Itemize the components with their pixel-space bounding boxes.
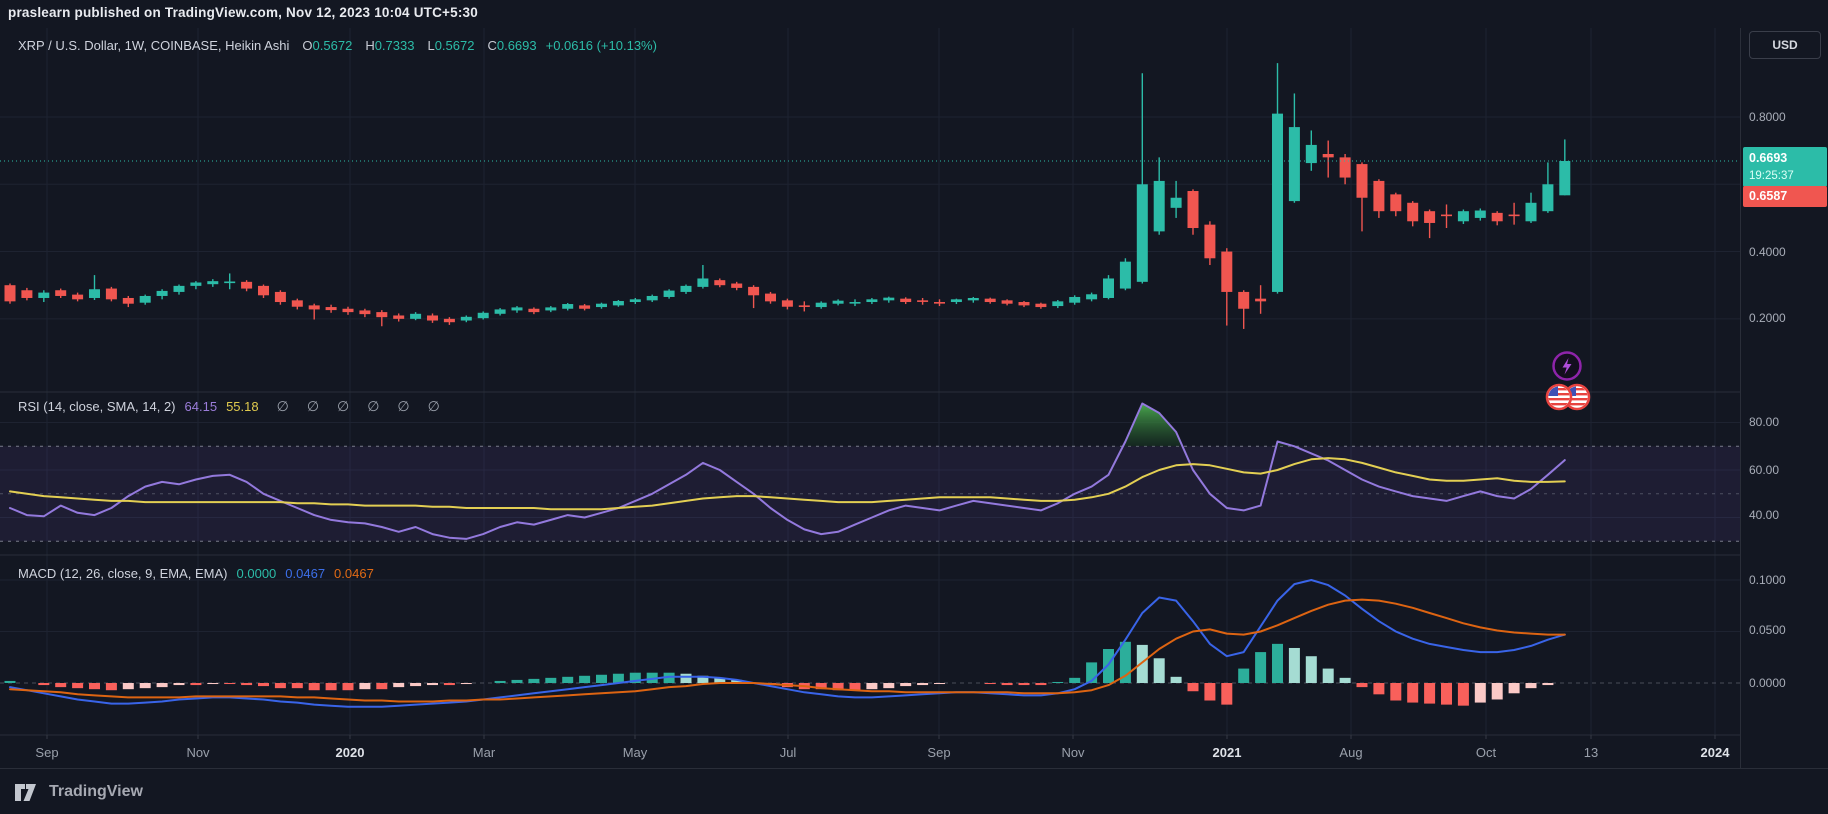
time-axis-label: Mar [473, 745, 496, 760]
time-axis-label: 13 [1584, 745, 1598, 760]
time-axis-label: Nov [1061, 745, 1085, 760]
prev-close-value: 0.6587 [1749, 186, 1827, 207]
price-axis-label: 0.4000 [1749, 243, 1786, 261]
flash-idea-button[interactable] [1551, 350, 1583, 382]
published-attribution: praslearn published on TradingView.com, … [8, 5, 478, 20]
time-axis-label: Oct [1476, 745, 1497, 760]
time-axis-label: Nov [186, 745, 210, 760]
price-axis[interactable]: USD 0.6693 19:25:37 0.6587 0.8000 0.4000 0… [1740, 28, 1828, 768]
time-axis-label: May [623, 745, 648, 760]
time-axis-label: 2021 [1213, 745, 1242, 760]
tradingview-brand-link[interactable]: TradingView [49, 783, 143, 801]
tradingview-published-chart: praslearn published on TradingView.com, … [0, 0, 1828, 814]
price-axis-label: 0.2000 [1749, 309, 1786, 327]
currency-toggle-button[interactable]: USD [1749, 31, 1821, 59]
time-axis-label: Aug [1339, 745, 1362, 760]
chart-area[interactable]: Sep Nov 2020 Mar May Jul Sep Nov 2021 Aug Oct 13 202… [0, 28, 1740, 768]
price-axis-label: 60.00 [1749, 461, 1779, 479]
prev-close-badge: 0.6587 [1743, 186, 1827, 207]
price-axis-label: 0.8000 [1749, 108, 1786, 126]
time-axis-label: Sep [927, 745, 950, 760]
price-axis-label: 0.0500 [1749, 621, 1786, 639]
time-axis-label: Jul [780, 745, 797, 760]
price-axis-label: 80.00 [1749, 413, 1779, 431]
time-axis-label: Sep [35, 745, 58, 760]
time-axis-label: 2020 [336, 745, 365, 760]
price-axis-label: 0.1000 [1749, 571, 1786, 589]
chart-canvas[interactable]: Sep Nov 2020 Mar May Jul Sep Nov 2021 Aug Oct 13 202… [0, 28, 1740, 768]
last-price-badge: 0.6693 19:25:37 [1743, 147, 1827, 187]
price-axis-label: 40.00 [1749, 506, 1779, 524]
lightning-icon [1551, 350, 1583, 382]
price-axis-label: 0.0000 [1749, 674, 1786, 692]
time-axis-label: 2024 [1701, 745, 1731, 760]
bar-countdown: 19:25:37 [1749, 168, 1827, 185]
instrument-flags [1544, 381, 1594, 413]
tradingview-logo-icon[interactable] [14, 781, 40, 803]
usd-flag-icon [1544, 381, 1594, 413]
last-price-value: 0.6693 [1749, 149, 1827, 168]
footer-bar: TradingView [0, 768, 1828, 814]
